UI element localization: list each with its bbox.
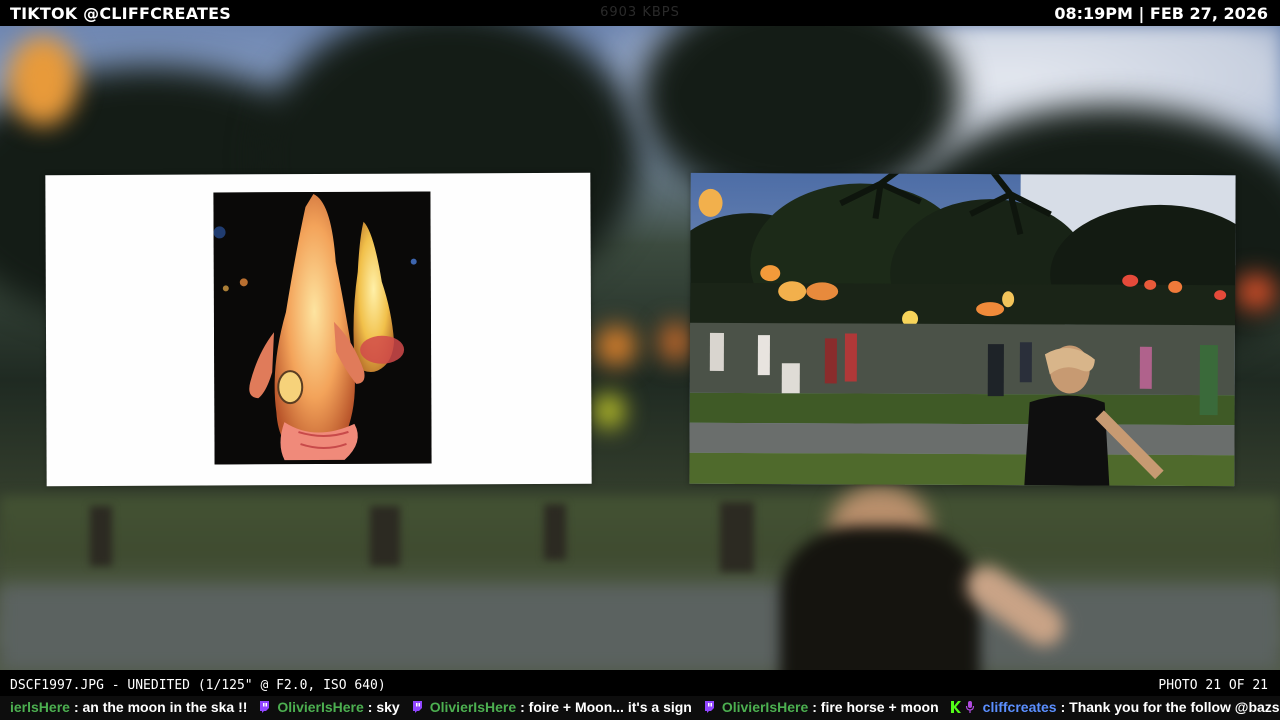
chat-username: cliffcreates (982, 699, 1057, 715)
photo-card-right (689, 172, 1236, 487)
background-lantern-glow (8, 36, 78, 126)
background-post (370, 506, 400, 566)
twitch-icon (412, 701, 422, 713)
chat-text: : fire horse + moon (812, 699, 939, 715)
twitch-icon (260, 701, 270, 713)
chat-text: : Thank you for the follow @bazsikonin (1060, 699, 1280, 715)
chat-track: ierlsHere : an the moon in the ska !! Ol… (10, 699, 1280, 715)
festival-scene-illustration (689, 172, 1236, 487)
lantern-photo (213, 191, 432, 465)
photo-filename: DSCF1997.JPG - UNEDITED (1/125" @ F2.0, … (10, 678, 386, 693)
background-post (720, 502, 754, 572)
background-person (780, 526, 980, 670)
twitch-icon (704, 701, 714, 713)
photo-counter: PHOTO 21 OF 21 (1158, 678, 1268, 693)
photo-card-left (45, 172, 592, 487)
chat-text: : sky (367, 699, 400, 715)
background-post (544, 504, 566, 560)
chat-text: : an the moon in the ska !! (73, 699, 248, 715)
background-lantern-glow (1236, 274, 1276, 310)
background-lantern-glow (594, 394, 624, 428)
background-path (0, 586, 1280, 670)
background-post (90, 506, 112, 566)
chat-message: ierlsHere : an the moon in the ska !! (10, 699, 247, 715)
chat-message: cliffcreates : Thank you for the follow … (950, 699, 1280, 715)
microphone-icon (965, 701, 974, 713)
chat-message: OlivierIsHere : foire + Moon... it's a s… (412, 699, 692, 715)
lantern-illustration (213, 191, 432, 465)
chat-text: : foire + Moon... it's a sign (520, 699, 692, 715)
chat-username: OlivierIsHere (721, 699, 809, 715)
chat-username: OlivierIsHere (429, 699, 517, 715)
chat-username: ierlsHere (10, 699, 70, 715)
chat-ticker: ierlsHere : an the moon in the ska !! Ol… (0, 696, 1280, 720)
chat-username: OlivierIsHere (277, 699, 364, 715)
chat-message: OlivierIsHere : sky (259, 699, 400, 715)
chat-message: OlivierIsHere : fire horse + moon (704, 699, 939, 715)
background-lantern-glow (596, 326, 636, 366)
background-lantern-glow (660, 322, 690, 362)
top-bar: TIKTOK @CLIFFCREATES 6903 KBPS 08:19PM |… (0, 0, 1280, 26)
date-time: 08:19PM | FEB 27, 2026 (1054, 4, 1268, 23)
kick-icon (950, 701, 961, 713)
photo-info-bar: DSCF1997.JPG - UNEDITED (1/125" @ F2.0, … (0, 676, 1280, 696)
